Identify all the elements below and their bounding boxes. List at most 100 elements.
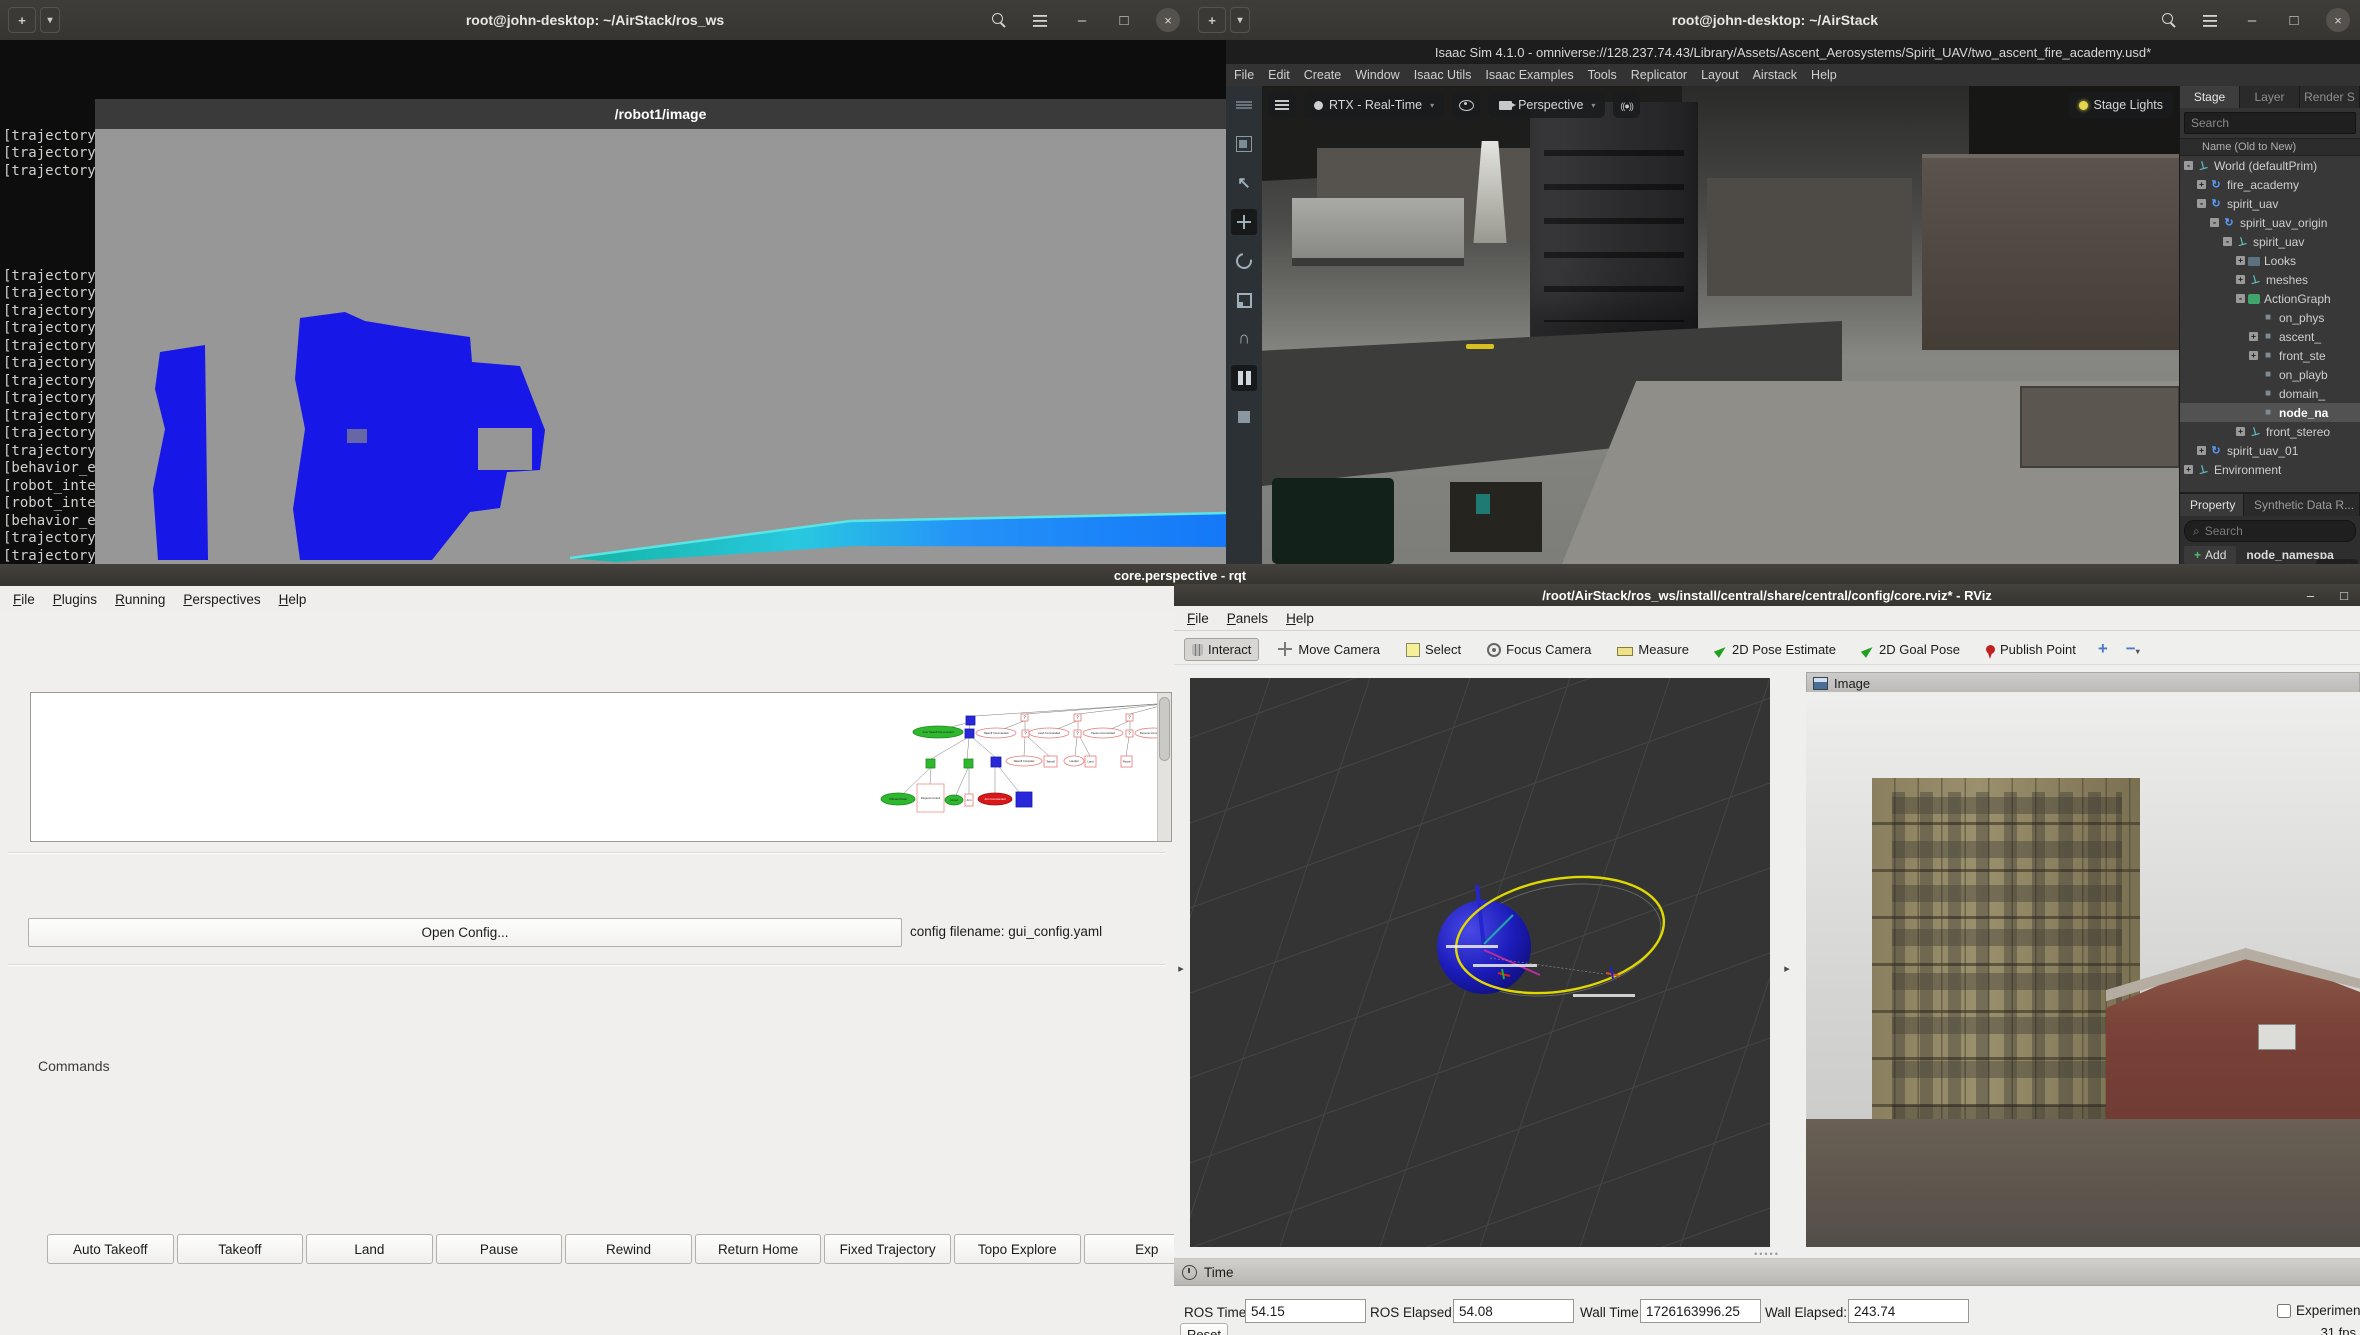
tab-layer[interactable]: Layer	[2240, 86, 2300, 108]
ros-elapsed-input[interactable]	[1453, 1299, 1574, 1323]
tab-stage[interactable]: Stage	[2180, 86, 2240, 108]
expand-toggle-icon[interactable]: +	[2236, 427, 2245, 436]
rqt-titlebar[interactable]: core.perspective - rqt	[0, 564, 2360, 586]
search-icon[interactable]	[988, 10, 1008, 30]
close-icon[interactable]: ×	[1156, 8, 1180, 32]
experimental-checkbox[interactable]	[2277, 1303, 2291, 1318]
rviz-titlebar[interactable]: /root/AirStack/ros_ws/install/central/sh…	[1174, 584, 2360, 606]
command-button[interactable]: Auto Takeoff	[47, 1234, 174, 1264]
command-button[interactable]: Land	[306, 1234, 433, 1264]
expand-toggle-icon[interactable]: +	[2236, 256, 2245, 265]
rqt-menu-item[interactable]: Perspectives	[176, 589, 267, 610]
stage-tree-row[interactable]: on_playb	[2180, 365, 2360, 384]
expand-toggle-icon[interactable]: +	[2249, 332, 2258, 341]
robot-image-canvas[interactable]	[95, 129, 1226, 578]
rviz-3d-view[interactable]	[1190, 678, 1770, 1247]
expand-toggle-icon[interactable]: +	[2197, 180, 2206, 189]
expand-toggle-icon[interactable]: -	[2184, 161, 2193, 170]
expand-toggle-icon[interactable]: -	[2236, 294, 2245, 303]
menu-icon[interactable]	[2200, 10, 2220, 30]
isaac-menu-item[interactable]: Isaac Examples	[1485, 68, 1573, 82]
close-icon[interactable]: ×	[2326, 8, 2350, 32]
renderer-selector[interactable]: RTX - Real-Time ▾	[1304, 92, 1445, 118]
stage-tree-row[interactable]: - World (defaultPrim)	[2180, 156, 2360, 175]
behavior-tree-scrollbar[interactable]	[1157, 693, 1171, 841]
command-button[interactable]: Rewind	[565, 1234, 692, 1264]
time-panel-header[interactable]: Time	[1174, 1259, 2360, 1286]
selection-mode-icon[interactable]	[1231, 131, 1257, 157]
isaac-menu-item[interactable]: Create	[1304, 68, 1342, 82]
stop-button-icon[interactable]	[1231, 404, 1257, 430]
camera-selector[interactable]: Perspective ▾	[1489, 92, 1606, 118]
stage-tree-row[interactable]: - ActionGraph	[2180, 289, 2360, 308]
stage-search-input[interactable]: Search	[2184, 112, 2356, 134]
splitter-handle[interactable]: •••••	[1174, 1249, 2360, 1259]
stage-tree-row[interactable]: + Environment	[2180, 460, 2360, 479]
command-button[interactable]: Return Home	[694, 1234, 822, 1264]
toolbar-drag-handle-icon[interactable]	[1231, 92, 1257, 118]
rotate-tool-icon[interactable]	[1231, 248, 1257, 274]
command-button[interactable]: Pause	[435, 1234, 563, 1264]
stage-tree-row[interactable]: + front_ste	[2180, 346, 2360, 365]
maximize-icon[interactable]: □	[1114, 10, 1134, 30]
command-button[interactable]: Fixed Trajectory	[824, 1234, 951, 1264]
scale-tool-icon[interactable]	[1231, 287, 1257, 313]
rviz-tool-button[interactable]: Select	[1398, 638, 1469, 661]
minimize-icon[interactable]: –	[2307, 588, 2314, 603]
panel-collapse-handle[interactable]: ▸	[1176, 956, 1186, 980]
rviz-menu-item[interactable]: Panels	[1220, 608, 1275, 629]
wall-time-input[interactable]	[1640, 1299, 1761, 1323]
isaac-menu-item[interactable]: Isaac Utils	[1414, 68, 1472, 82]
isaac-menu-item[interactable]: Layout	[1701, 68, 1739, 82]
isaac-menu-item[interactable]: Airstack	[1753, 68, 1797, 82]
snap-tool-icon[interactable]: ∩	[1231, 325, 1257, 354]
rviz-menu-item[interactable]: Help	[1279, 608, 1321, 629]
command-button[interactable]: Topo Explore	[953, 1234, 1081, 1264]
search-icon[interactable]	[2158, 10, 2178, 30]
panel-collapse-handle[interactable]: ▸	[1782, 956, 1792, 980]
isaac-titlebar[interactable]: Isaac Sim 4.1.0 - omniverse://128.237.74…	[1226, 40, 2360, 64]
minimize-icon[interactable]: –	[2242, 10, 2262, 30]
behavior-tree-panel[interactable]: Auto Takeoff Commanded Takeoff Commanded?…	[30, 692, 1172, 842]
isaac-menu-item[interactable]: Help	[1811, 68, 1837, 82]
expand-toggle-icon[interactable]: +	[2236, 275, 2245, 284]
isaac-menu-item[interactable]: Tools	[1588, 68, 1617, 82]
stage-tree-row[interactable]: - spirit_uav	[2180, 232, 2360, 251]
image-panel-header[interactable]: Image	[1806, 672, 2360, 694]
select-tool-icon[interactable]: ↖	[1231, 170, 1257, 196]
rviz-tool-button[interactable]: Publish Point	[1978, 638, 2084, 661]
isaac-menu-item[interactable]: File	[1234, 68, 1254, 82]
visibility-icon[interactable]	[1452, 92, 1482, 118]
stage-tree-row[interactable]: + ascent_	[2180, 327, 2360, 346]
expand-toggle-icon[interactable]: -	[2197, 199, 2206, 208]
rviz-tool-button[interactable]: 2D Pose Estimate	[1707, 638, 1844, 661]
stage-tree-row[interactable]: on_phys	[2180, 308, 2360, 327]
rviz-tool-button[interactable]: Measure	[1609, 638, 1697, 661]
ros-time-input[interactable]	[1245, 1299, 1366, 1323]
stage-tree-row[interactable]: + fire_academy	[2180, 175, 2360, 194]
stage-tree-row[interactable]: + front_stereo	[2180, 422, 2360, 441]
maximize-icon[interactable]: □	[2284, 10, 2304, 30]
new-tab-icon[interactable]: +	[8, 7, 36, 33]
add-property-button[interactable]: + Add	[2184, 546, 2237, 564]
stage-tree-row[interactable]: - spirit_uav_origin	[2180, 213, 2360, 232]
stage-sort-header[interactable]: Name (Old to New)	[2180, 138, 2360, 156]
viewport-settings-icon[interactable]	[1268, 92, 1296, 118]
expand-toggle-icon[interactable]: +	[2249, 351, 2258, 360]
rviz-tool-button[interactable]: Focus Camera	[1479, 638, 1599, 661]
stage-tree-row[interactable]: + meshes	[2180, 270, 2360, 289]
terminal-left-titlebar[interactable]: root@john-desktop: ~/AirStack/ros_ws + ▾…	[0, 0, 1190, 41]
tab-render-settings[interactable]: Render S	[2300, 86, 2360, 108]
stage-tree-row[interactable]: + Looks	[2180, 251, 2360, 270]
reset-button[interactable]: Reset	[1180, 1323, 1228, 1335]
minimize-icon[interactable]: –	[1072, 10, 1092, 30]
tab-property[interactable]: Property	[2180, 494, 2245, 516]
broadcast-icon[interactable]	[1613, 92, 1640, 118]
pause-button-icon[interactable]	[1231, 365, 1257, 391]
expand-toggle-icon[interactable]: +	[2197, 446, 2206, 455]
robot-image-titlebar[interactable]: /robot1/image	[95, 99, 1226, 129]
property-search-input[interactable]: ⌕ Search	[2184, 520, 2356, 542]
isaac-menu-item[interactable]: Replicator	[1631, 68, 1687, 82]
wall-elapsed-input[interactable]	[1848, 1299, 1969, 1323]
menu-icon[interactable]	[1030, 10, 1050, 30]
